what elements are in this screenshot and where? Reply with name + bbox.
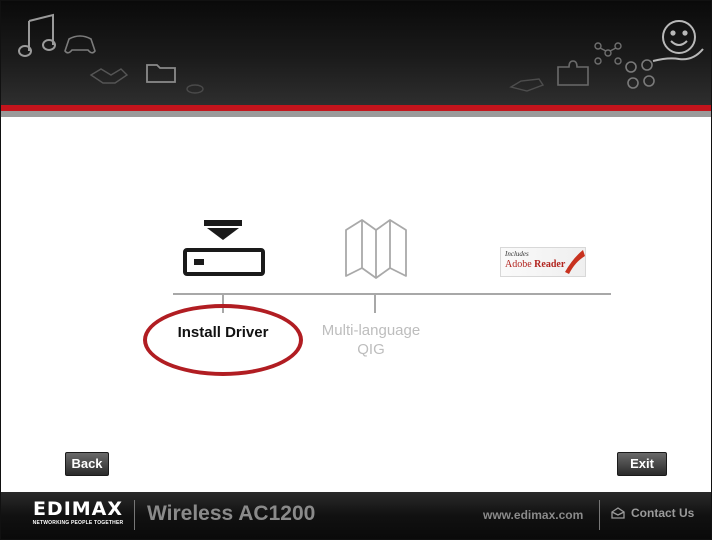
mail-icon [611, 507, 625, 519]
adobe-product-text: Adobe Reader [505, 259, 565, 270]
product-name: Wireless AC1200 [147, 502, 316, 525]
puzzle-icon [557, 60, 589, 86]
molecule-icon [594, 42, 622, 65]
music-icon [18, 13, 56, 57]
footer-bar: EDIMAX NETWORKING PEOPLE TOGETHER Wirele… [1, 492, 711, 539]
adobe-word: Adobe [505, 259, 532, 270]
timeline-tick [374, 295, 376, 313]
logo-tagline: NETWORKING PEOPLE TOGETHER [32, 520, 124, 526]
qig-label-line1: Multi-language [321, 322, 421, 339]
exit-button[interactable]: Exit [617, 452, 667, 476]
highlight-circle [143, 304, 303, 376]
folder-icon [146, 64, 176, 83]
gamepad-icon [64, 35, 96, 54]
website-link[interactable]: www.edimax.com [483, 508, 583, 522]
installer-window: Includes Adobe Reader Install Driver Mul… [0, 0, 712, 540]
handshake-icon [89, 68, 129, 84]
adobe-includes-text: Includes [505, 250, 529, 258]
contact-us-label: Contact Us [631, 506, 695, 520]
hand-icon [509, 78, 545, 92]
smiley-icon [652, 20, 704, 62]
options-timeline [173, 293, 611, 295]
logo-wordmark: EDIMAX [32, 498, 124, 520]
contact-us-link[interactable]: Contact Us [611, 506, 694, 520]
footer-divider [134, 500, 135, 530]
back-button[interactable]: Back [65, 452, 109, 476]
reader-word: Reader [534, 259, 566, 270]
map-icon[interactable] [344, 218, 408, 282]
adobe-reader-icon[interactable]: Includes Adobe Reader [500, 247, 586, 277]
header-banner [1, 1, 711, 105]
divider-stripe [1, 111, 711, 117]
install-driver-icon[interactable] [182, 220, 266, 278]
disc-icon [186, 84, 204, 94]
adobe-swoosh-icon [565, 250, 585, 274]
multi-language-qig-option[interactable]: Multi-language QIG [301, 321, 441, 359]
footer-divider [599, 500, 600, 530]
qig-label-line2: QIG [357, 341, 385, 358]
edimax-logo[interactable]: EDIMAX NETWORKING PEOPLE TOGETHER [24, 498, 132, 530]
